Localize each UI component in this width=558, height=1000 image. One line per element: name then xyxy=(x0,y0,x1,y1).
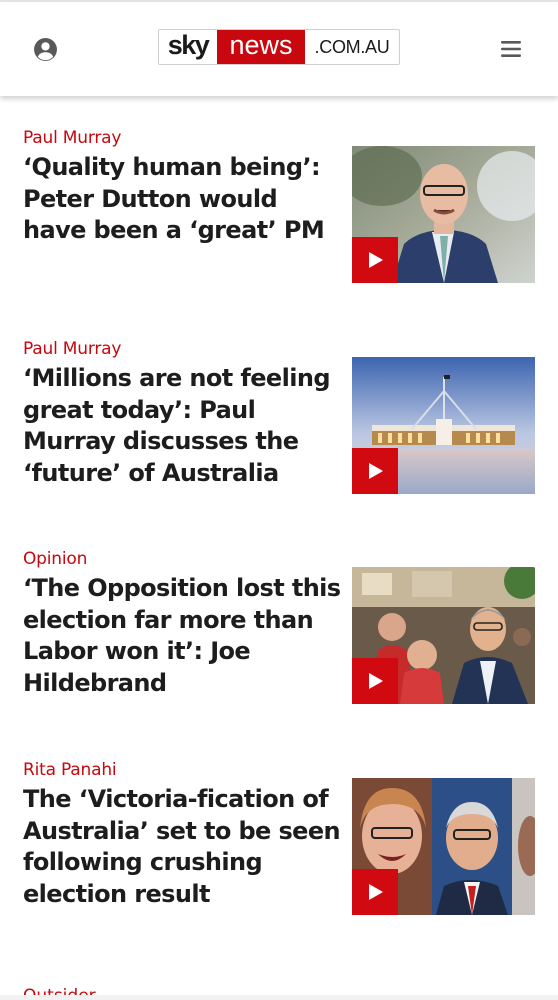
article-card[interactable]: Rita Panahi The ‘Victoria-fication of Au… xyxy=(0,760,558,915)
play-icon xyxy=(369,673,383,689)
play-button[interactable] xyxy=(352,237,398,283)
play-icon xyxy=(369,884,383,900)
account-circle-icon[interactable] xyxy=(33,37,58,62)
sky-news-logo[interactable]: sky news .COM.AU xyxy=(158,29,400,65)
logo-domain-text: .COM.AU xyxy=(314,36,390,57)
article-thumbnail[interactable] xyxy=(352,357,535,494)
article-card[interactable]: Opinion ‘The Opposition lost this electi… xyxy=(0,549,558,704)
article-category[interactable]: Opinion xyxy=(23,549,87,569)
article-category[interactable]: Paul Murray xyxy=(23,128,121,148)
site-header: sky news .COM.AU xyxy=(0,2,558,96)
logo-news-text: news xyxy=(217,30,305,64)
article-headline[interactable]: The ‘Victoria-fication of Australia’ set… xyxy=(23,784,345,910)
article-card[interactable]: Paul Murray ‘Quality human being’: Peter… xyxy=(0,128,558,283)
article-headline[interactable]: ‘Millions are not feeling great today’: … xyxy=(23,363,345,489)
play-button[interactable] xyxy=(352,448,398,494)
article-category[interactable]: Rita Panahi xyxy=(23,760,117,780)
article-thumbnail[interactable] xyxy=(352,567,535,704)
article-thumbnail[interactable] xyxy=(352,146,535,283)
logo-sky-text: sky xyxy=(167,29,210,60)
article-card[interactable]: Paul Murray ‘Millions are not feeling gr… xyxy=(0,339,558,494)
article-headline[interactable]: ‘Quality human being’: Peter Dutton woul… xyxy=(23,152,345,247)
play-button[interactable] xyxy=(352,658,398,704)
article-headline[interactable]: ‘The Opposition lost this election far m… xyxy=(23,573,345,699)
play-icon xyxy=(369,252,383,268)
hamburger-menu-icon[interactable] xyxy=(500,39,522,59)
article-category[interactable]: Paul Murray xyxy=(23,339,121,359)
article-thumbnail[interactable] xyxy=(352,778,535,915)
play-icon xyxy=(369,463,383,479)
play-button[interactable] xyxy=(352,869,398,915)
bottom-edge xyxy=(0,995,558,1000)
